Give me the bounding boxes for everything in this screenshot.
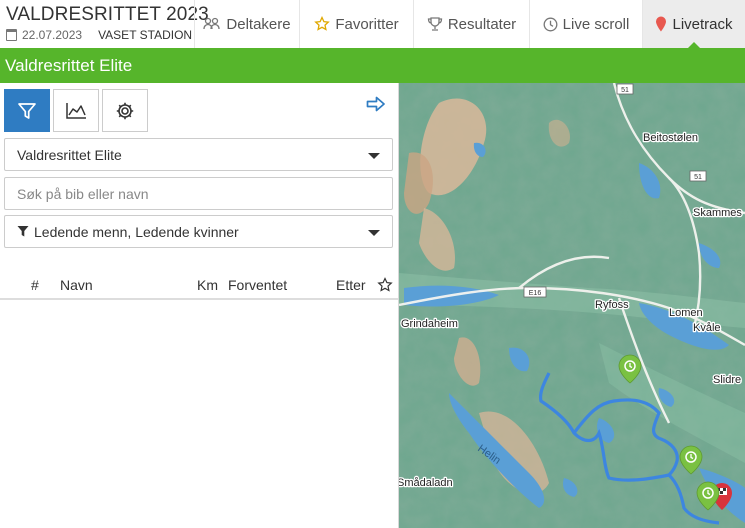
race-title-bar: Valdresrittet Elite [0, 48, 745, 83]
race-select[interactable]: Valdresrittet Elite [4, 138, 393, 171]
road-badge-e16: E16 [523, 286, 547, 298]
area-chart-icon [66, 102, 86, 119]
collapse-panel-button[interactable] [366, 95, 386, 118]
place-slidre: Slidre [713, 374, 741, 386]
arrow-right-icon [366, 96, 385, 112]
svg-text:E16: E16 [529, 290, 542, 297]
svg-text:51: 51 [621, 87, 629, 94]
race-select-value: Valdresrittet Elite [17, 146, 122, 163]
people-icon [203, 17, 221, 30]
tab-live-scroll-label: Live scroll [562, 15, 630, 33]
tab-resultater[interactable]: Resultater [413, 0, 529, 48]
filter-icon [18, 102, 36, 119]
trophy-icon [427, 17, 442, 31]
road-badge-51: 51 [689, 170, 707, 182]
col-name[interactable]: Navn [60, 277, 93, 293]
col-expected[interactable]: Forventet [228, 277, 287, 293]
place-grindaheim: Grindaheim [401, 318, 458, 330]
event-meta: 22.07.2023 VASET STADION [6, 28, 192, 42]
place-lomen: Lomen [669, 307, 703, 319]
leader-filter-value: Ledende menn, Ledende kvinner [34, 223, 239, 240]
settings-button[interactable] [102, 89, 148, 132]
search-field[interactable] [4, 177, 393, 210]
event-date: 22.07.2023 [22, 28, 83, 42]
tab-favoritter-label: Favoritter [335, 15, 399, 33]
map-pin-icon [656, 16, 667, 32]
star-icon [314, 16, 331, 31]
tab-livetrack[interactable]: Livetrack [642, 0, 745, 49]
tab-favoritter[interactable]: Favoritter [299, 0, 413, 48]
tab-deltakere[interactable]: Deltakere [194, 0, 299, 48]
place-smadaladn: Smådaladn [399, 477, 453, 489]
results-table-header: # Navn Km Forventet Etter [0, 274, 398, 300]
star-icon[interactable] [377, 277, 393, 293]
app-header: VALDRESRITTET 2023 22.07.2023 VASET STAD… [0, 0, 745, 49]
tab-deltakere-label: Deltakere [226, 15, 291, 33]
col-behind[interactable]: Etter [336, 277, 366, 293]
place-kvale: Kvåle [693, 322, 721, 334]
leader-filter-select[interactable]: Ledende menn, Ledende kvinner [4, 215, 393, 248]
clock-icon [543, 17, 558, 31]
col-km[interactable]: Km [197, 277, 218, 293]
map-canvas[interactable]: 51 51 E16 Beitostølen Skammes Ryfoss Lom… [399, 83, 745, 528]
event-title: VALDRESRITTET 2023 [6, 4, 209, 25]
search-input[interactable] [17, 185, 377, 202]
tab-live-scroll[interactable]: Live scroll [529, 0, 642, 48]
place-beitostolen: Beitostølen [643, 132, 698, 144]
tab-resultater-label: Resultater [447, 15, 517, 33]
chevron-down-icon [368, 153, 380, 159]
svg-text:51: 51 [694, 174, 702, 181]
place-skammes: Skammes [693, 207, 742, 219]
filter-icon [17, 226, 29, 237]
event-venue: VASET STADION [98, 28, 193, 42]
tab-livetrack-label: Livetrack [672, 15, 733, 33]
panel-toolbar [4, 89, 151, 132]
col-num[interactable]: # [31, 277, 39, 293]
tracking-panel: Valdresrittet Elite Ledende menn, Ledend… [0, 83, 399, 528]
filter-button[interactable] [4, 89, 50, 132]
calendar-icon [6, 29, 17, 41]
place-ryfoss: Ryfoss [595, 299, 629, 311]
gear-icon [116, 102, 134, 119]
chevron-down-icon [368, 230, 380, 236]
elevation-chart-button[interactable] [53, 89, 99, 132]
road-badge-51-top: 51 [616, 83, 634, 95]
map-view[interactable]: 51 51 E16 Beitostølen Skammes Ryfoss Lom… [399, 83, 745, 528]
main-nav: Deltakere Favoritter Resultater Live scr… [194, 0, 745, 49]
